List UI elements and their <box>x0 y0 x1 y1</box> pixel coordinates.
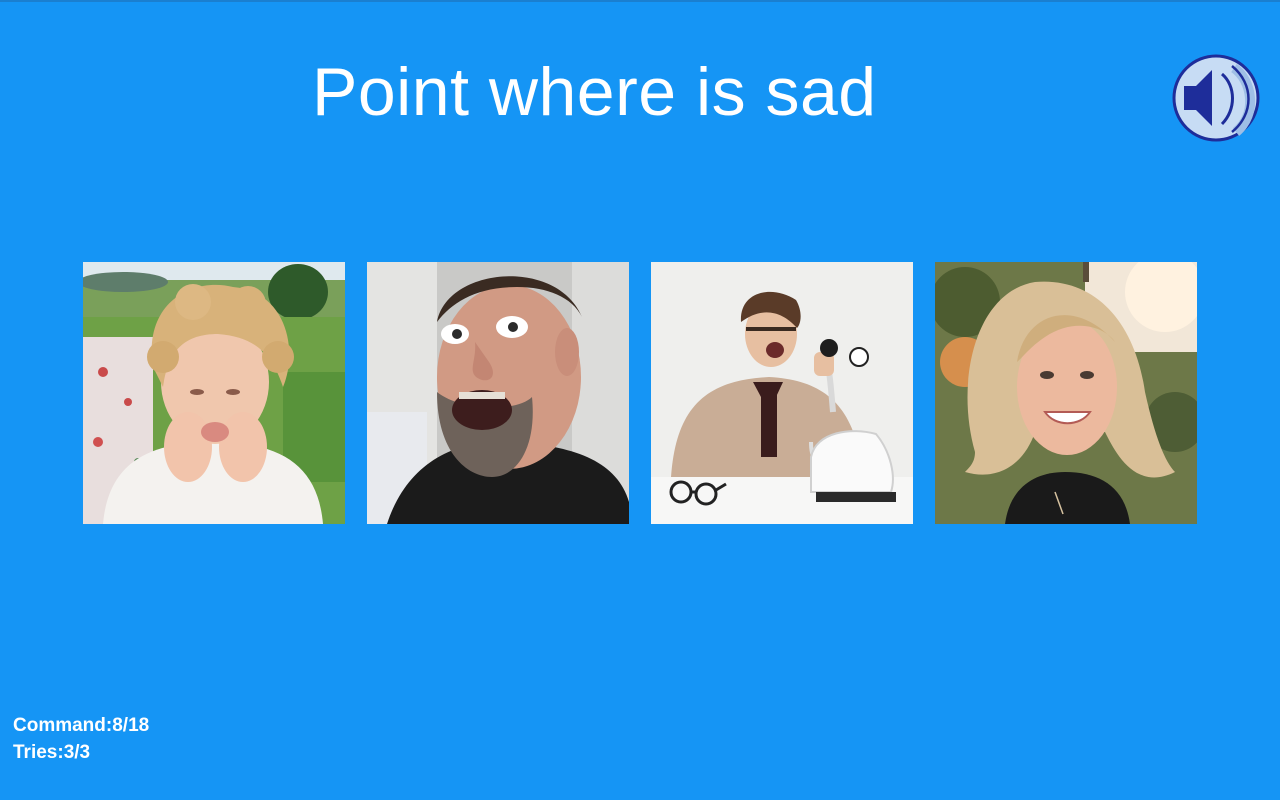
photo-sad-child <box>83 262 345 524</box>
prompt-title: Point where is sad <box>312 54 877 130</box>
photo-shocked-man <box>367 262 629 524</box>
choice-sad-child[interactable] <box>83 262 345 524</box>
choice-angry-man-phone[interactable] <box>651 262 913 524</box>
picture-choices <box>83 262 1197 524</box>
tries-counter: Tries:3/3 <box>13 742 91 763</box>
top-border <box>0 0 1280 2</box>
choice-happy-woman[interactable] <box>935 262 1197 524</box>
command-counter: Command:8/18 <box>13 715 150 736</box>
photo-happy-woman <box>935 262 1197 524</box>
speaker-icon <box>1172 54 1260 142</box>
replay-audio-button[interactable] <box>1172 54 1260 142</box>
choice-shocked-man[interactable] <box>367 262 629 524</box>
photo-angry-man-phone <box>651 262 913 524</box>
